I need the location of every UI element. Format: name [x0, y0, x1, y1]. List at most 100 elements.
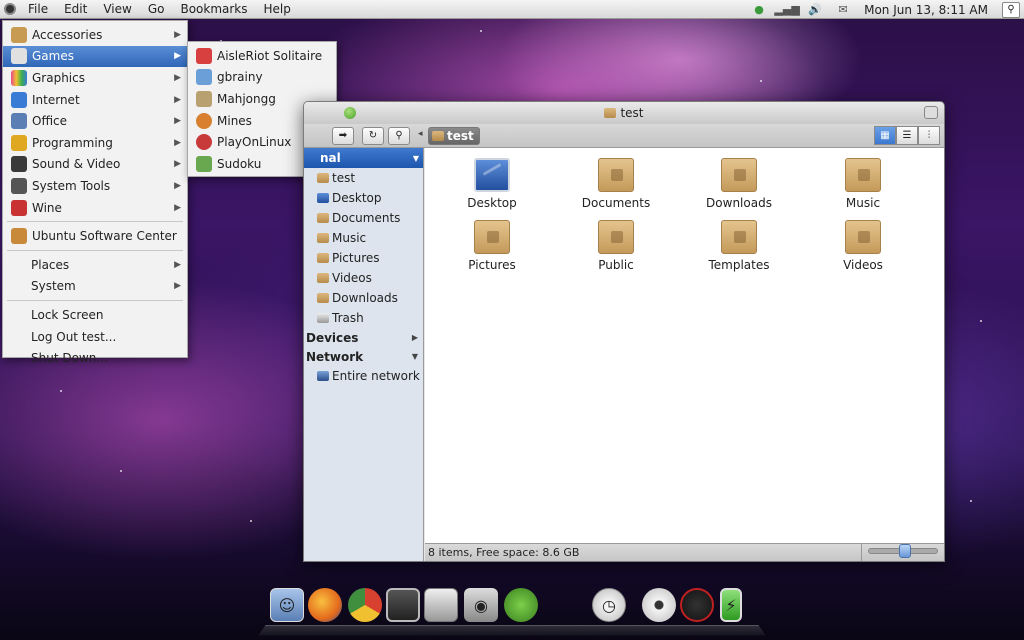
- battery-icon[interactable]: ⚡: [720, 588, 742, 622]
- sidebar-item-test[interactable]: test: [304, 168, 423, 188]
- submenu-arrow-icon: ▶: [174, 116, 181, 127]
- file-item-templates[interactable]: Templates: [684, 220, 794, 272]
- maximize-button[interactable]: [344, 107, 356, 119]
- crumb-left-arrow-icon[interactable]: ◂: [418, 129, 423, 139]
- sidebar-item-videos[interactable]: Videos: [304, 268, 423, 288]
- menu-item-office[interactable]: Office ▶: [3, 110, 187, 132]
- file-item-label: Downloads: [706, 196, 772, 210]
- zoom-slider-handle[interactable]: [899, 544, 911, 558]
- submenu-arrow-icon: ▶: [174, 281, 181, 292]
- sidebar-item-pictures[interactable]: Pictures: [304, 248, 423, 268]
- clock-icon[interactable]: ◷: [592, 588, 626, 622]
- sidebar-section-devices[interactable]: Devices ▶: [304, 328, 423, 347]
- menu-item-gbrainy[interactable]: gbrainy: [188, 67, 336, 89]
- menu-file[interactable]: File: [20, 0, 56, 19]
- menu-item-graphics[interactable]: Graphics ▶: [3, 67, 187, 89]
- main-menu-icon[interactable]: [0, 0, 20, 19]
- menu-item-aisleriot[interactable]: AisleRiot Solitaire: [188, 45, 336, 67]
- sidebar-item-label: Music: [332, 231, 367, 245]
- sidebar-section-network[interactable]: Network ▼: [304, 347, 423, 366]
- network-status-icon[interactable]: ●: [752, 3, 766, 16]
- menu-item-system-tools[interactable]: System Tools ▶: [3, 175, 187, 197]
- menu-item-label: Graphics: [32, 70, 85, 85]
- menu-item-log-out[interactable]: Log Out test...: [3, 326, 187, 348]
- spotlight-search-icon[interactable]: ⚲: [1002, 1, 1020, 18]
- menu-item-wine[interactable]: Wine ▶: [3, 197, 187, 219]
- disc-icon[interactable]: [642, 588, 676, 622]
- file-item-music[interactable]: Music: [808, 158, 918, 210]
- menu-go[interactable]: Go: [140, 0, 173, 19]
- clock[interactable]: Mon Jun 13, 8:11 AM: [864, 3, 988, 17]
- menu-item-lock-screen[interactable]: Lock Screen: [3, 304, 187, 326]
- menu-edit[interactable]: Edit: [56, 0, 95, 19]
- volume-icon[interactable]: 🔊: [808, 3, 822, 16]
- pidgin-icon[interactable]: [504, 588, 538, 622]
- window-titlebar[interactable]: test: [304, 102, 944, 124]
- menu-separator: [7, 249, 183, 251]
- file-item-desktop[interactable]: Desktop: [437, 158, 547, 210]
- documents-folder-icon: [598, 158, 634, 192]
- chevron-down-icon: ▼: [412, 153, 419, 163]
- menu-item-system[interactable]: System ▶: [3, 276, 187, 298]
- breadcrumb[interactable]: test: [428, 127, 480, 145]
- terminal-icon[interactable]: [386, 588, 420, 622]
- home-folder-icon: [317, 173, 329, 183]
- menu-item-programming[interactable]: Programming ▶: [3, 132, 187, 154]
- signal-icon[interactable]: ▂▄▆: [774, 3, 799, 16]
- sudoku-icon: [196, 155, 212, 172]
- mahjongg-icon: [196, 90, 212, 107]
- menu-item-internet[interactable]: Internet ▶: [3, 89, 187, 111]
- menu-item-label: Lock Screen: [31, 307, 104, 322]
- mines-icon: [196, 112, 212, 129]
- menu-item-games[interactable]: Games ▶: [3, 45, 187, 68]
- gauge-icon[interactable]: [680, 588, 714, 622]
- file-item-documents[interactable]: Documents: [561, 158, 671, 210]
- icon-view-button[interactable]: ▦: [874, 126, 896, 145]
- solitaire-icon: [196, 47, 212, 64]
- file-item-videos[interactable]: Videos: [808, 220, 918, 272]
- list-view-button[interactable]: ☰: [896, 126, 918, 145]
- sidebar-item-entire-network[interactable]: Entire network: [304, 366, 423, 386]
- file-item-downloads[interactable]: Downloads: [684, 158, 794, 210]
- column-view-button[interactable]: ⫶: [918, 126, 940, 145]
- menu-item-shut-down[interactable]: Shut Down...: [3, 347, 187, 369]
- menu-bookmarks[interactable]: Bookmarks: [172, 0, 255, 19]
- status-text: 8 items, Free space: 8.6 GB: [428, 546, 580, 559]
- menu-item-software-center[interactable]: Ubuntu Software Center: [3, 225, 187, 247]
- chrome-icon[interactable]: [348, 588, 382, 622]
- finder-icon[interactable]: ☺: [270, 588, 304, 622]
- window-toggle-button[interactable]: [924, 106, 938, 119]
- search-button[interactable]: ⚲: [388, 127, 410, 145]
- sidebar-item-desktop[interactable]: Desktop: [304, 188, 423, 208]
- sidebar-item-label: Documents: [332, 211, 401, 225]
- sidebar-item-documents[interactable]: Documents: [304, 208, 423, 228]
- folder-icon: [317, 293, 329, 303]
- sidebar-item-music[interactable]: Music: [304, 228, 423, 248]
- forward-button[interactable]: ➡: [332, 127, 354, 145]
- dock: ☺ ◉ ◷ ⚡: [258, 584, 766, 640]
- menu-item-sound-video[interactable]: Sound & Video ▶: [3, 154, 187, 176]
- camera-icon[interactable]: ◉: [464, 588, 498, 622]
- sidebar-item-label: Entire network: [332, 369, 420, 383]
- menu-item-label: Office: [32, 114, 68, 129]
- apple-icon[interactable]: [552, 588, 586, 622]
- sidebar-section-label: Network: [306, 349, 364, 364]
- menu-view[interactable]: View: [95, 0, 139, 19]
- file-view: Desktop Documents Downloads Music Pictur…: [425, 148, 944, 543]
- chevron-down-icon: ▼: [411, 352, 418, 361]
- status-bar: 8 items, Free space: 8.6 GB: [425, 543, 944, 561]
- sidebar-header-personal[interactable]: nal ▼: [304, 148, 423, 168]
- calculator-icon[interactable]: [424, 588, 458, 622]
- menu-help[interactable]: Help: [256, 0, 299, 19]
- firefox-icon[interactable]: [308, 588, 342, 622]
- file-item-public[interactable]: Public: [561, 220, 671, 272]
- reload-button[interactable]: ↻: [362, 127, 384, 145]
- menu-item-places[interactable]: Places ▶: [3, 254, 187, 276]
- zoom-slider[interactable]: [868, 544, 938, 558]
- sidebar-item-downloads[interactable]: Downloads: [304, 288, 423, 308]
- file-item-pictures[interactable]: Pictures: [437, 220, 547, 272]
- sidebar-item-label: test: [332, 171, 356, 185]
- menu-item-accessories[interactable]: Accessories ▶: [3, 24, 187, 46]
- sidebar-item-trash[interactable]: Trash: [304, 308, 423, 328]
- mail-icon[interactable]: ✉: [836, 3, 850, 16]
